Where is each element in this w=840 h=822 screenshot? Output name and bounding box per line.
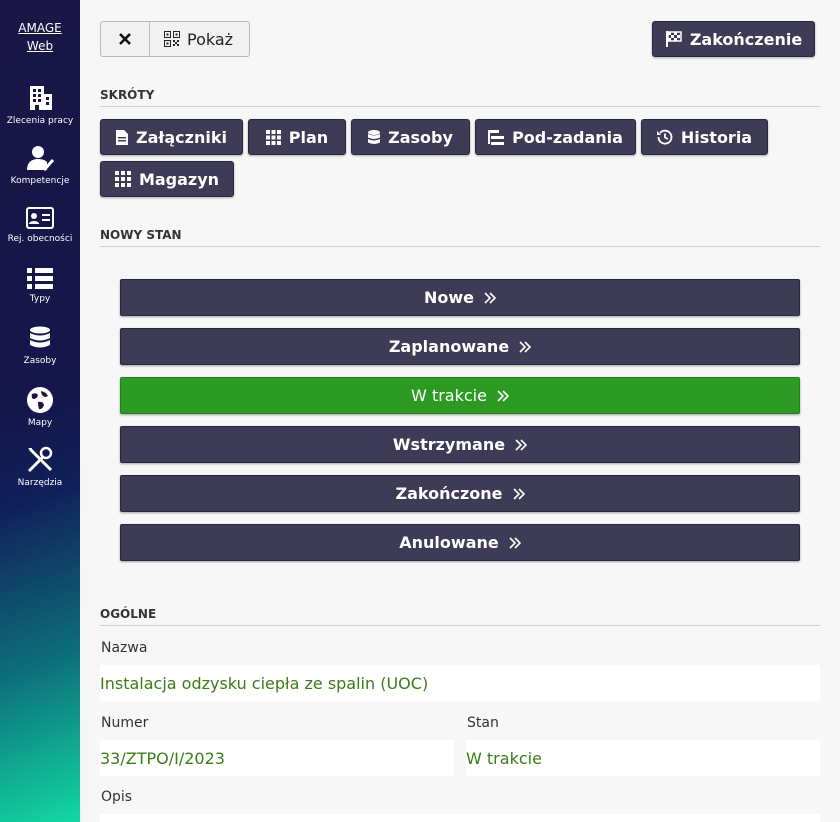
shortcut-plan-button[interactable]: Plan: [248, 119, 346, 155]
shortcut-subtasks-button[interactable]: Pod-zadania: [475, 119, 636, 155]
sidebar: AMAGE Web Zlecenia pracy Kompetencje Rej…: [0, 0, 80, 822]
database-icon: [30, 326, 50, 348]
grid-icon: [265, 129, 281, 145]
history-icon: [656, 129, 673, 145]
description-field[interactable]: [100, 814, 820, 822]
shortcut-resources-button[interactable]: Zasoby: [351, 119, 470, 155]
shortcut-label: Załączniki: [136, 127, 227, 147]
sidebar-item-zasoby[interactable]: Zasoby: [0, 326, 80, 366]
state-field-label: Stan: [467, 715, 499, 731]
double-chevron-right-icon: [512, 487, 525, 500]
id-card-icon: [26, 207, 54, 229]
subtasks-icon: [488, 129, 505, 145]
state-w-trakcie-button[interactable]: W trakcie: [120, 377, 800, 414]
grid-large-icon: [114, 171, 131, 187]
state-label: Anulowane: [399, 533, 499, 552]
state-zakonczone-button[interactable]: Zakończone: [120, 475, 800, 512]
sidebar-item-label: Zasoby: [23, 356, 57, 366]
main-content: Pokaż Zakończenie SKRÓTY Załączniki Plan: [80, 0, 840, 822]
finish-button[interactable]: Zakończenie: [652, 21, 815, 57]
double-chevron-right-icon: [519, 340, 532, 353]
double-chevron-right-icon: [509, 536, 521, 549]
user-check-icon: [27, 146, 54, 172]
toolbar-group: Pokaż: [100, 21, 250, 57]
state-label: Nowe: [423, 288, 474, 307]
state-label: Zakończone: [395, 484, 503, 503]
general-title: OGÓLNE: [100, 607, 820, 626]
sidebar-item-label: Typy: [29, 294, 51, 304]
state-field[interactable]: W trakcie: [466, 740, 820, 776]
database-icon: [368, 129, 381, 144]
double-chevron-right-icon: [515, 438, 528, 451]
name-label: Nazwa: [101, 640, 148, 656]
shortcut-history-button[interactable]: Historia: [641, 119, 768, 155]
close-icon: [119, 33, 131, 45]
qr-code-icon: [164, 31, 180, 47]
state-wstrzymane-button[interactable]: Wstrzymane: [120, 426, 800, 463]
checkered-flag-icon: [665, 31, 682, 47]
file-icon: [116, 129, 129, 145]
shortcut-label: Magazyn: [138, 169, 220, 189]
brand-line2: Web: [26, 39, 54, 53]
show-button[interactable]: Pokaż: [150, 21, 250, 57]
building-icon: [30, 86, 52, 110]
state-anulowane-button[interactable]: Anulowane: [120, 524, 800, 561]
double-chevron-right-icon: [497, 389, 509, 402]
shortcuts-title: SKRÓTY: [100, 88, 820, 107]
finish-label: Zakończenie: [689, 29, 803, 49]
shortcut-label: Zasoby: [388, 127, 453, 147]
state-label: Zaplanowane: [388, 337, 510, 356]
shortcut-warehouse-button[interactable]: Magazyn: [100, 161, 234, 197]
list-icon: [27, 268, 53, 289]
new-state-title: NOWY STAN: [100, 228, 820, 247]
sidebar-item-narzedzia[interactable]: Narzędzia: [0, 446, 80, 488]
number-label: Numer: [101, 715, 149, 731]
sidebar-item-label: Zlecenia pracy: [6, 116, 74, 126]
number-field[interactable]: 33/ZTPO/I/2023: [100, 740, 454, 776]
close-button[interactable]: [100, 21, 150, 57]
sidebar-item-zlecenia[interactable]: Zlecenia pracy: [0, 84, 80, 126]
double-chevron-right-icon: [484, 291, 496, 304]
globe-icon: [27, 387, 53, 413]
brand-line1: AMAGE: [18, 21, 62, 35]
shortcut-label: Historia: [680, 127, 753, 147]
shortcut-label: Pod-zadania: [512, 127, 623, 147]
shortcut-label: Plan: [288, 127, 329, 147]
state-label: W trakcie: [411, 386, 487, 405]
sidebar-item-mapy[interactable]: Mapy: [0, 386, 80, 428]
description-label: Opis: [101, 789, 133, 805]
tools-icon: [27, 446, 53, 473]
shortcut-attachments-button[interactable]: Załączniki: [100, 119, 243, 155]
sidebar-item-rej-obecnosci[interactable]: Rej. obecności: [0, 206, 80, 244]
brand-logo[interactable]: AMAGE Web: [0, 19, 80, 55]
state-label: Wstrzymane: [392, 435, 506, 454]
show-label: Pokaż: [187, 29, 234, 49]
sidebar-item-label: Mapy: [27, 418, 53, 428]
sidebar-item-label: Rej. obecności: [7, 234, 73, 244]
sidebar-item-typy[interactable]: Typy: [0, 266, 80, 304]
sidebar-item-label: Kompetencje: [10, 176, 70, 186]
name-field[interactable]: Instalacja odzysku ciepła ze spalin (UOC…: [100, 665, 820, 701]
sidebar-item-label: Narzędzia: [17, 478, 63, 488]
sidebar-item-kompetencje[interactable]: Kompetencje: [0, 144, 80, 186]
state-zaplanowane-button[interactable]: Zaplanowane: [120, 328, 800, 365]
state-nowe-button[interactable]: Nowe: [120, 279, 800, 316]
